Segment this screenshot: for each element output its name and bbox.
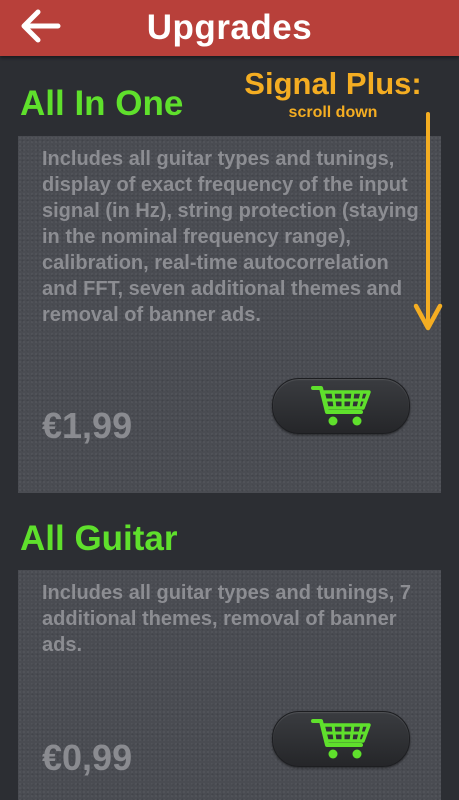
product-title-all-guitar: All Guitar (20, 519, 178, 558)
page-title: Upgrades (146, 8, 313, 47)
product-price: €0,99 (42, 737, 133, 778)
product-description: Includes all guitar types and tunings, 7… (42, 582, 411, 656)
product-price: €1,99 (42, 405, 133, 446)
buy-button[interactable] (272, 378, 410, 434)
product-description: Includes all guitar types and tunings, d… (42, 148, 419, 326)
header-bar: Upgrades (0, 0, 459, 56)
product-title-all-in-one: All In One (20, 84, 184, 123)
shopping-cart-icon (311, 719, 371, 759)
product-card-all-in-one: Includes all guitar types and tunings, d… (18, 136, 441, 493)
product-card-all-guitar: Includes all guitar types and tunings, 7… (18, 570, 441, 800)
shopping-cart-icon (311, 386, 371, 426)
annotation-subtitle: scroll down (288, 104, 378, 121)
upgrades-screen: Upgrades All In One Includes all guitar … (0, 0, 459, 800)
buy-button[interactable] (272, 711, 410, 767)
annotation-title: Signal Plus: (244, 66, 422, 101)
arrow-down-icon (413, 112, 443, 331)
